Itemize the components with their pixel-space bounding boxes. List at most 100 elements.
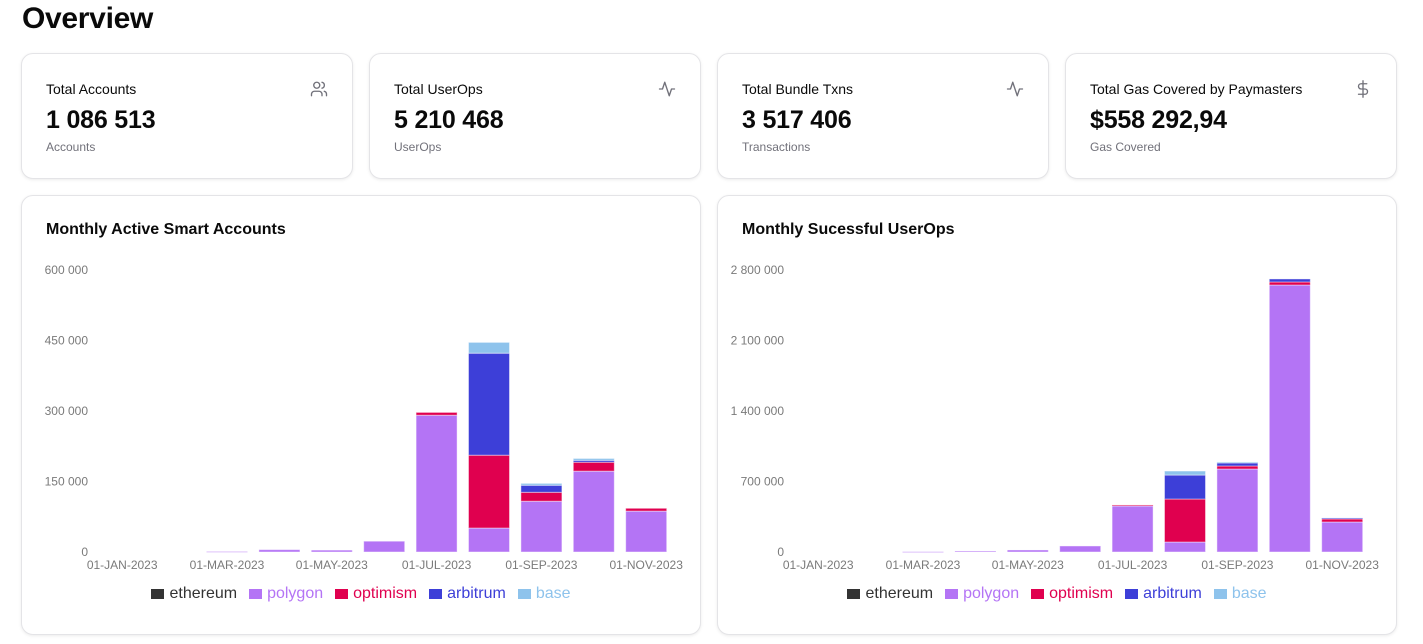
x-tick-label: 01-JUL-2023 bbox=[402, 558, 472, 572]
legend-item-arbitrum[interactable]: arbitrum bbox=[429, 585, 506, 603]
y-tick-label: 300 000 bbox=[45, 404, 89, 418]
legend-swatch bbox=[847, 589, 861, 599]
bar-segment-arbitrum[interactable] bbox=[1268, 278, 1311, 283]
bar-segment-polygon[interactable] bbox=[520, 500, 563, 553]
bar-segment-polygon[interactable] bbox=[1059, 545, 1102, 553]
bar-segment-polygon[interactable] bbox=[1268, 284, 1311, 553]
legend-item-ethereum[interactable]: ethereum bbox=[151, 585, 237, 603]
bar-segment-polygon[interactable] bbox=[1006, 549, 1049, 553]
bar-segment-optimism[interactable] bbox=[415, 411, 458, 416]
bar-segment-optimism[interactable] bbox=[572, 461, 615, 472]
x-tick-label: 01-NOV-2023 bbox=[1306, 558, 1380, 572]
legend-item-polygon[interactable]: polygon bbox=[249, 585, 323, 603]
bar-segment-polygon[interactable] bbox=[310, 549, 353, 553]
x-tick-label: 01-JAN-2023 bbox=[87, 558, 158, 572]
bar-segment-optimism[interactable] bbox=[520, 491, 563, 502]
legend-label: arbitrum bbox=[447, 585, 506, 602]
stacked-bar-chart: 0 700 000 1 400 000 2 100 000 2 800 000 01-JA… bbox=[731, 263, 1380, 572]
chart-card-monthly-active-accounts: Monthly Active Smart Accounts 0 150 000 30… bbox=[21, 195, 701, 635]
stat-card-total-gas-covered: Total Gas Covered by Paymasters $558 292… bbox=[1065, 53, 1397, 179]
legend-swatch bbox=[517, 589, 531, 599]
bar-segment-arbitrum[interactable] bbox=[468, 352, 510, 456]
legend-swatch bbox=[1031, 589, 1045, 599]
bar-segment-polygon[interactable] bbox=[258, 549, 301, 553]
bar-segment-base[interactable] bbox=[1164, 470, 1206, 476]
x-tick-label: 01-JAN-2023 bbox=[783, 558, 854, 572]
activity-icon bbox=[1006, 81, 1024, 97]
legend-label: ethereum bbox=[169, 585, 238, 602]
y-tick-label: 600 000 bbox=[45, 263, 89, 277]
chart-legend: ethereum polygon optimism arbitrum base bbox=[718, 585, 1396, 603]
bar-segment-arbitrum[interactable] bbox=[520, 484, 563, 493]
bar-segment-polygon[interactable] bbox=[625, 510, 668, 553]
stat-label: Total Bundle Txns bbox=[742, 81, 854, 97]
page-title: Overview bbox=[22, 2, 154, 35]
stat-card-total-accounts: Total Accounts 1 086 513 Accounts bbox=[21, 53, 353, 179]
legend-swatch bbox=[335, 589, 349, 599]
bar-segment-base[interactable] bbox=[520, 482, 563, 486]
legend-item-ethereum[interactable]: ethereum bbox=[847, 585, 933, 603]
legend-swatch bbox=[945, 589, 959, 599]
y-tick-label: 1 400 000 bbox=[731, 404, 785, 418]
bar-segment-polygon[interactable] bbox=[1216, 468, 1259, 553]
y-tick-label: 0 bbox=[777, 545, 784, 559]
legend-label: optimism bbox=[353, 585, 418, 602]
x-tick-label: 01-MAR-2023 bbox=[886, 558, 961, 572]
activity-icon bbox=[658, 81, 676, 97]
y-tick-label: 700 000 bbox=[741, 475, 785, 489]
bar-segment-polygon[interactable] bbox=[363, 540, 406, 553]
dollar-icon bbox=[1357, 80, 1369, 98]
legend-swatch bbox=[1213, 589, 1227, 599]
bar-segment-polygon[interactable] bbox=[954, 550, 997, 553]
legend-label: arbitrum bbox=[1143, 585, 1202, 602]
y-tick-label: 2 100 000 bbox=[731, 334, 785, 348]
legend-item-polygon[interactable]: polygon bbox=[945, 585, 1019, 603]
stat-card-total-bundle-txns: Total Bundle Txns 3 517 406 Transactions bbox=[717, 53, 1049, 179]
stat-sub: Gas Covered bbox=[1090, 140, 1161, 154]
stat-label: Total Accounts bbox=[46, 81, 137, 97]
stat-label: Total UserOps bbox=[394, 81, 483, 97]
bar-segment-arbitrum[interactable] bbox=[1321, 517, 1364, 520]
stat-value: 3 517 406 bbox=[742, 106, 852, 134]
bar-segment-base[interactable] bbox=[468, 341, 510, 354]
bar-segment-optimism[interactable] bbox=[1111, 504, 1154, 507]
bar-segment-optimism[interactable] bbox=[625, 507, 668, 512]
stat-value: $558 292,94 bbox=[1090, 106, 1227, 134]
y-tick-label: 2 800 000 bbox=[731, 263, 785, 277]
bar-segment-arbitrum[interactable] bbox=[1164, 474, 1206, 500]
stat-sub: Transactions bbox=[742, 140, 811, 154]
chart-card-monthly-userops: Monthly Sucessful UserOps 0 700 000 1 400 … bbox=[717, 195, 1397, 635]
bar-segment-polygon[interactable] bbox=[572, 470, 615, 553]
legend-item-optimism[interactable]: optimism bbox=[1031, 585, 1113, 603]
bar-segment-base[interactable] bbox=[1216, 461, 1259, 464]
bar-segment-polygon[interactable] bbox=[468, 527, 510, 553]
x-tick-label: 01-MAY-2023 bbox=[296, 558, 368, 572]
bar-segment-polygon[interactable] bbox=[902, 551, 944, 553]
legend-item-base[interactable]: base bbox=[1213, 585, 1267, 603]
stat-sub: UserOps bbox=[394, 140, 442, 154]
legend-item-base[interactable]: base bbox=[517, 585, 571, 603]
x-tick-label: 01-NOV-2023 bbox=[610, 558, 684, 572]
stat-sub: Accounts bbox=[46, 140, 96, 154]
legend-item-arbitrum[interactable]: arbitrum bbox=[1125, 585, 1202, 603]
legend-label: base bbox=[1231, 585, 1267, 602]
legend-swatch bbox=[1125, 589, 1139, 599]
bar-segment-base[interactable] bbox=[572, 457, 615, 461]
legend-label: base bbox=[535, 585, 571, 602]
y-tick-label: 0 bbox=[81, 545, 88, 559]
legend-label: ethereum bbox=[865, 585, 934, 602]
bar-segment-polygon[interactable] bbox=[415, 414, 458, 553]
bar-segment-optimism[interactable] bbox=[1164, 498, 1206, 543]
legend-item-optimism[interactable]: optimism bbox=[335, 585, 417, 603]
users-icon bbox=[310, 81, 328, 97]
legend-label: optimism bbox=[1049, 585, 1114, 602]
bar-segment-polygon[interactable] bbox=[1111, 505, 1154, 553]
bar-segment-polygon[interactable] bbox=[1164, 541, 1206, 553]
legend-label: polygon bbox=[267, 585, 324, 602]
legend-swatch bbox=[429, 589, 443, 599]
bar-segment-optimism[interactable] bbox=[468, 454, 510, 529]
bar-segment-polygon[interactable] bbox=[1321, 521, 1364, 553]
y-tick-label: 450 000 bbox=[45, 334, 89, 348]
x-tick-label: 01-MAY-2023 bbox=[992, 558, 1064, 572]
bar-segment-polygon[interactable] bbox=[206, 551, 248, 553]
